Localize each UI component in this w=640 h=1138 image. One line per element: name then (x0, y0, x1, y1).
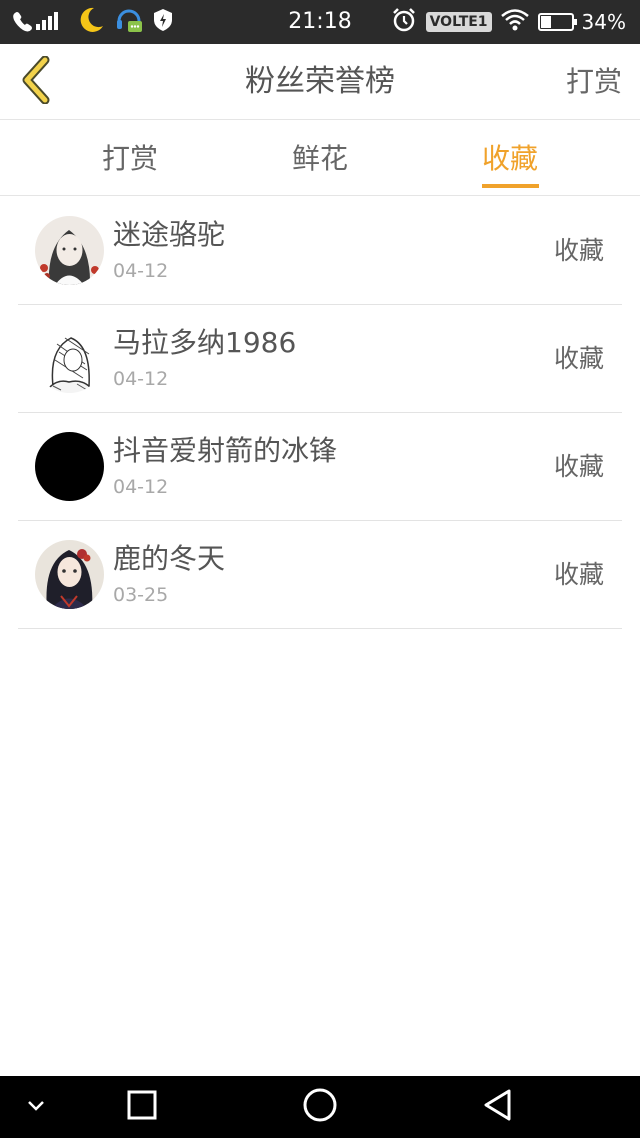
fan-name: 抖音爱射箭的冰锋 (113, 434, 338, 467)
status-bar: 21:18 VOLTE1 34% (0, 0, 640, 44)
wifi-icon (500, 8, 530, 36)
volte-badge: VOLTE1 (425, 12, 492, 32)
tab-reward[interactable]: 打赏 (70, 121, 190, 196)
back-icon (481, 1087, 515, 1127)
header: 粉丝荣誉榜 打赏 (0, 44, 640, 120)
battery-percent: 34% (581, 10, 626, 34)
page-title: 粉丝荣誉榜 (245, 64, 395, 99)
favorite-label: 收藏 (553, 236, 604, 265)
fan-date: 03-25 (113, 584, 169, 606)
avatar (35, 324, 104, 393)
battery-icon (537, 13, 577, 31)
home-button[interactable] (290, 1076, 350, 1138)
list-item[interactable]: 抖音爱射箭的冰锋 04-12 收藏 (18, 413, 622, 521)
back-nav-button[interactable] (468, 1076, 528, 1138)
system-nav-bar (0, 1076, 640, 1138)
recent-apps-icon (126, 1089, 158, 1125)
avatar (35, 216, 104, 285)
tab-flowers[interactable]: 鲜花 (260, 121, 380, 196)
recent-apps-button[interactable] (112, 1076, 172, 1138)
favorite-label: 收藏 (553, 344, 604, 373)
fan-date: 04-12 (113, 368, 169, 390)
alarm-icon (390, 6, 418, 38)
fan-name: 马拉多纳1986 (113, 326, 297, 359)
list-item[interactable]: 鹿的冬天 03-25 收藏 (18, 521, 622, 629)
favorite-label: 收藏 (553, 452, 604, 481)
hide-nav-button[interactable] (16, 1076, 56, 1138)
fan-date: 04-12 (113, 260, 169, 282)
avatar (35, 540, 104, 609)
avatar (35, 432, 104, 501)
reward-button[interactable]: 打赏 (566, 44, 622, 120)
list-item[interactable]: 迷途骆驼 04-12 收藏 (18, 197, 622, 305)
fan-name: 鹿的冬天 (113, 542, 226, 575)
chevron-down-icon (26, 1098, 46, 1117)
home-icon (302, 1087, 338, 1127)
tab-bar: 打赏 鲜花 收藏 (0, 121, 640, 196)
active-tab-indicator (482, 184, 539, 188)
fan-name: 迷途骆驼 (113, 218, 226, 251)
list-item[interactable]: 马拉多纳1986 04-12 收藏 (18, 305, 622, 413)
fan-date: 04-12 (113, 476, 169, 498)
status-right: VOLTE1 34% (390, 8, 626, 36)
favorite-label: 收藏 (553, 560, 604, 589)
fan-list: 迷途骆驼 04-12 收藏 马拉多纳1986 04-12 收藏 抖音爱射箭的冰锋… (18, 197, 622, 629)
